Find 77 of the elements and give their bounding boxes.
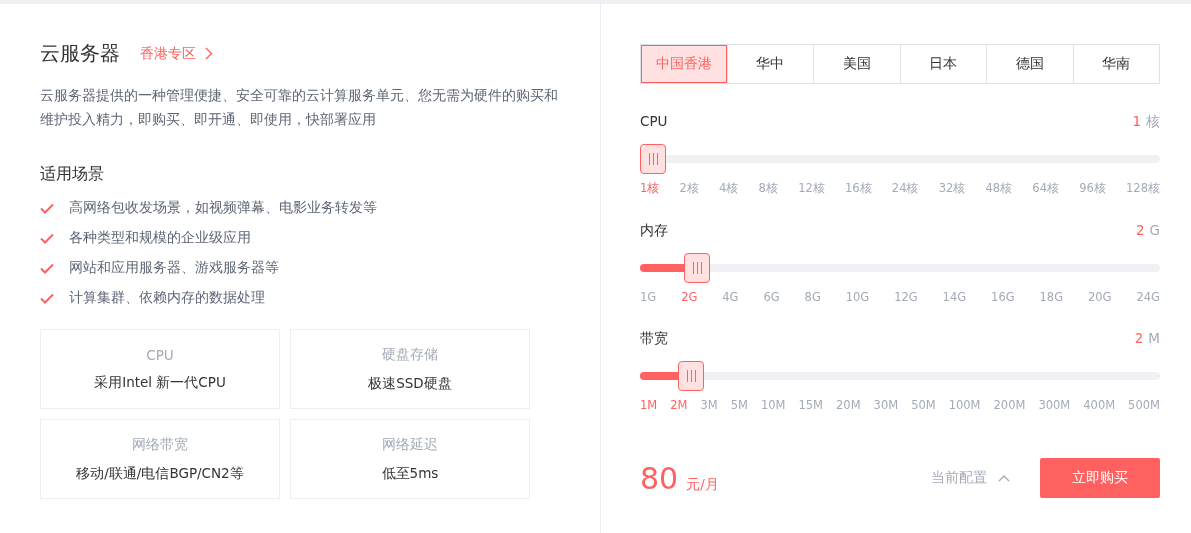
feature-label: 网络延迟 <box>382 435 438 454</box>
tick-label[interactable]: 5M <box>730 398 748 412</box>
tick-label[interactable]: 8核 <box>758 181 778 196</box>
feature-value: 移动/联通/电信BGP/CN2等 <box>76 464 244 483</box>
tick-label[interactable]: 16G <box>991 290 1015 304</box>
tick-label[interactable]: 10G <box>845 290 870 304</box>
scenario-text: 网站和应用服务器、游戏服务器等 <box>69 259 279 277</box>
chevron-icon <box>998 474 1010 482</box>
tick-label[interactable]: 200M <box>993 398 1026 412</box>
tick-label[interactable]: 50M <box>911 398 936 412</box>
tick-label[interactable]: 48核 <box>985 181 1013 196</box>
tick-label[interactable]: 30M <box>873 398 899 412</box>
tick-label[interactable]: 10M <box>760 398 786 412</box>
buy-now-button[interactable]: 立即购买 <box>1040 458 1160 498</box>
tick-label[interactable]: 8G <box>804 290 821 304</box>
feature-label: 网络带宽 <box>132 435 188 454</box>
slider-label: CPU <box>640 113 668 131</box>
tick-label[interactable]: 6G <box>763 290 780 304</box>
tick-label[interactable]: 14G <box>942 290 967 304</box>
price-amount: 80 <box>640 460 679 496</box>
slider-label: 内存 <box>640 222 668 240</box>
tick-label[interactable]: 300M <box>1038 398 1071 412</box>
feature-label: CPU <box>146 346 174 363</box>
tick-label[interactable]: 12核 <box>798 181 825 196</box>
slider-handle[interactable] <box>684 253 711 283</box>
tick-label[interactable]: 2核 <box>679 181 699 196</box>
scenario-text: 高网络包收发场景，如视频弹幕、电影业务转发等 <box>69 199 377 217</box>
tick-label[interactable]: 20M <box>836 398 861 412</box>
slider-handle[interactable] <box>678 361 705 391</box>
chevron-right-icon <box>205 47 213 60</box>
current-config-toggle[interactable]: 当前配置 <box>931 469 1010 487</box>
scenario-text: 各种类型和规模的企业级应用 <box>69 229 251 247</box>
tick-label[interactable]: 32核 <box>938 181 966 196</box>
tick-label[interactable]: 2G <box>681 290 698 304</box>
region-tab[interactable]: 中国香港 <box>641 45 727 83</box>
feature-value: 低至5ms <box>381 464 439 483</box>
feature-label: 硬盘存储 <box>382 345 438 364</box>
tick-label[interactable]: 3M <box>700 398 718 412</box>
unit-label: M <box>1148 330 1160 346</box>
unit-label: G <box>1149 222 1160 238</box>
tick-label[interactable]: 24G <box>1136 290 1160 304</box>
tick-label[interactable]: 1G <box>640 290 657 304</box>
check-icon <box>40 292 54 304</box>
tick-label[interactable]: 64核 <box>1032 181 1059 196</box>
tick-label[interactable]: 15M <box>798 398 824 412</box>
tick-label[interactable]: 20G <box>1087 290 1112 304</box>
slider-label: 带宽 <box>640 330 668 348</box>
check-icon <box>40 232 54 244</box>
tick-label[interactable]: 4核 <box>719 181 739 196</box>
check-icon <box>40 262 54 274</box>
tick-label[interactable]: 128核 <box>1126 181 1160 196</box>
product-description: 云服务器提供的一种管理便捷、安全可靠的云计算服务单元、您无需为硬件的购买和维护投入精力，即购买、即开通、即使用，快部署应用 <box>40 86 559 129</box>
section-heading: 适用场景 <box>40 164 105 185</box>
tick-label[interactable]: 400M <box>1083 398 1116 412</box>
feature-value: 极速SSD硬盘 <box>368 374 452 393</box>
tick-label[interactable]: 18G <box>1039 290 1064 304</box>
scenario-text: 计算集群、依赖内存的数据处理 <box>69 289 265 307</box>
product-title: 云服务器 <box>40 40 120 67</box>
tick-label[interactable]: 24核 <box>891 181 919 196</box>
tick-label[interactable]: 96核 <box>1079 181 1106 196</box>
tick-label[interactable]: 2M <box>670 398 688 412</box>
price-unit: 元/月 <box>686 475 719 494</box>
selected-amount: 2 <box>1134 330 1144 346</box>
feature-value: 采用Intel 新一代CPU <box>94 373 226 392</box>
selected-amount: 2 <box>1135 222 1145 238</box>
tick-label[interactable]: 500M <box>1128 398 1160 412</box>
tick-label[interactable]: 100M <box>948 398 981 412</box>
tick-label[interactable]: 16核 <box>844 181 872 196</box>
tick-label[interactable]: 4G <box>722 290 739 304</box>
tick-label[interactable]: 1核 <box>640 181 660 196</box>
check-icon <box>40 202 54 214</box>
selected-amount: 1 <box>1132 113 1141 129</box>
zone-link[interactable]: 香港专区 <box>140 44 213 63</box>
tick-label[interactable]: 1M <box>640 398 658 412</box>
slider-handle[interactable] <box>640 144 666 174</box>
tick-label[interactable]: 12G <box>894 290 918 304</box>
unit-label: 核 <box>1146 113 1160 129</box>
